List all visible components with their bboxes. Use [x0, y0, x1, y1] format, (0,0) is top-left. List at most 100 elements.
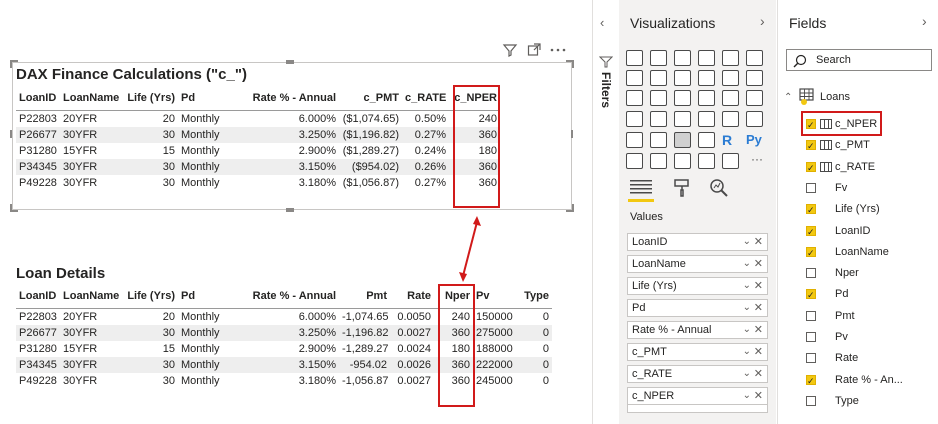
dax-finance-table[interactable]: LoanID LoanName Life (Yrs) Pd Rate % - Annua…: [16, 86, 500, 191]
filters-pane[interactable]: ‹ Filters: [592, 0, 620, 424]
smart-narrative-icon[interactable]: [698, 153, 715, 169]
field-well-item[interactable]: c_PMT ⌄ ✕: [627, 343, 768, 361]
focus-mode-icon[interactable]: [527, 43, 541, 57]
expand-chevron-icon[interactable]: ›: [922, 13, 927, 29]
python-visual-icon[interactable]: Py: [746, 132, 763, 148]
field-well-item[interactable]: LoanID ⌄ ✕: [627, 233, 768, 251]
column-header[interactable]: Rate: [390, 284, 434, 309]
column-header[interactable]: LoanID: [16, 86, 60, 111]
fields-search-input[interactable]: Search: [786, 49, 932, 71]
column-header[interactable]: Rate % - Annual: [236, 284, 339, 309]
field-well-item[interactable]: Life (Yrs) ⌄ ✕: [627, 277, 768, 295]
qa-visual-icon[interactable]: [674, 153, 691, 169]
100pct-column-chart-icon[interactable]: [746, 50, 763, 66]
collapse-table-chevron-icon[interactable]: ⌃: [784, 92, 792, 103]
remove-field-icon[interactable]: ✕: [754, 300, 763, 316]
more-visuals-icon[interactable]: ···: [751, 152, 763, 166]
drop-field-area[interactable]: [627, 405, 768, 413]
map-icon[interactable]: [626, 111, 643, 127]
analytics-magnifier-icon[interactable]: [709, 178, 729, 198]
column-header[interactable]: LoanName: [60, 284, 123, 309]
field-checkbox[interactable]: [806, 224, 816, 242]
field-well-item[interactable]: Pd ⌄ ✕: [627, 299, 768, 317]
clustered-bar-chart-icon[interactable]: [674, 50, 691, 66]
column-header[interactable]: Life (Yrs): [123, 86, 178, 111]
field-checkbox[interactable]: [806, 310, 816, 321]
field-checkbox[interactable]: [806, 332, 816, 342]
remove-field-icon[interactable]: ✕: [754, 278, 763, 294]
field-well-item[interactable]: c_RATE ⌄ ✕: [627, 365, 768, 383]
chevron-down-icon[interactable]: ⌄: [743, 278, 751, 294]
kpi-icon[interactable]: [626, 132, 643, 148]
table-row[interactable]: P31280 15YFR 15 Monthly 2.900% ($1,289.27) 0.2…: [16, 143, 500, 159]
column-header[interactable]: Pd: [178, 284, 236, 309]
area-chart-icon[interactable]: [650, 70, 667, 86]
chevron-down-icon[interactable]: ⌄: [743, 366, 751, 382]
column-header[interactable]: Type: [513, 284, 552, 309]
ribbon-chart-icon[interactable]: [746, 70, 763, 86]
expand-chevron-icon[interactable]: ›: [760, 13, 765, 29]
remove-field-icon[interactable]: ✕: [754, 366, 763, 382]
scatter-chart-icon[interactable]: [674, 90, 691, 106]
paginated-report-icon[interactable]: [722, 153, 739, 169]
filled-map-icon[interactable]: [650, 111, 667, 127]
field-checkbox[interactable]: [806, 160, 816, 178]
column-header[interactable]: Rate % - Annual: [236, 86, 339, 111]
waterfall-chart-icon[interactable]: [626, 90, 643, 106]
stacked-column-chart-icon[interactable]: [650, 50, 667, 66]
field-well-item[interactable]: Rate % - Annual ⌄ ✕: [627, 321, 768, 339]
line-chart-icon[interactable]: [626, 70, 643, 86]
pie-chart-icon[interactable]: [698, 90, 715, 106]
column-header[interactable]: Pd: [178, 86, 236, 111]
more-options-icon[interactable]: [550, 47, 566, 53]
table-row[interactable]: P49228 30YFR 30 Monthly 3.180% ($1,056.87) 0.2…: [16, 175, 500, 191]
field-checkbox[interactable]: [806, 202, 816, 220]
column-header[interactable]: LoanID: [16, 284, 60, 309]
key-influencers-icon[interactable]: [626, 153, 643, 169]
chevron-down-icon[interactable]: ⌄: [743, 344, 751, 360]
gauge-icon[interactable]: [698, 111, 715, 127]
table-row[interactable]: P26677 30YFR 30 Monthly 3.250% ($1,196.82) 0.2…: [16, 127, 500, 143]
chevron-down-icon[interactable]: ⌄: [743, 388, 751, 404]
column-header[interactable]: Pv: [473, 284, 513, 309]
remove-field-icon[interactable]: ✕: [754, 256, 763, 272]
matrix-icon[interactable]: [698, 132, 715, 148]
column-header[interactable]: Life (Yrs): [123, 284, 178, 309]
table-row[interactable]: P34345 30YFR 30 Monthly 3.150% ($954.02) 0.26%…: [16, 159, 500, 175]
stacked-area-chart-icon[interactable]: [674, 70, 691, 86]
line-clustered-column-icon[interactable]: [722, 70, 739, 86]
field-checkbox[interactable]: [806, 287, 816, 305]
field-well-item[interactable]: LoanName ⌄ ✕: [627, 255, 768, 273]
chevron-down-icon[interactable]: ⌄: [743, 256, 751, 272]
column-header[interactable]: LoanName: [60, 86, 123, 111]
r-visual-icon[interactable]: R: [722, 132, 739, 148]
shape-map-icon[interactable]: [674, 111, 691, 127]
remove-field-icon[interactable]: ✕: [754, 322, 763, 338]
field-checkbox[interactable]: [806, 245, 816, 263]
line-column-chart-icon[interactable]: [698, 70, 715, 86]
table-row[interactable]: P22803 20YFR 20 Monthly 6.000% ($1,074.65) 0.5…: [16, 111, 500, 128]
collapse-chevron-icon[interactable]: ‹: [600, 15, 604, 30]
field-checkbox[interactable]: [806, 268, 816, 279]
field-checkbox[interactable]: [806, 138, 816, 156]
table-visual-icon[interactable]: [674, 132, 691, 148]
100pct-bar-chart-icon[interactable]: [722, 50, 739, 66]
field-checkbox[interactable]: [806, 353, 816, 364]
filters-label[interactable]: Filters: [599, 72, 613, 108]
remove-field-icon[interactable]: ✕: [754, 344, 763, 360]
chevron-down-icon[interactable]: ⌄: [743, 300, 751, 316]
column-header[interactable]: c_PMT: [339, 86, 402, 111]
card-icon[interactable]: [722, 111, 739, 127]
format-paint-roller-icon[interactable]: [673, 178, 691, 198]
field-checkbox[interactable]: [806, 182, 816, 193]
slicer-icon[interactable]: [650, 132, 667, 148]
column-header[interactable]: Pmt: [339, 284, 390, 309]
field-checkbox[interactable]: [806, 373, 816, 391]
funnel-chart-icon[interactable]: [650, 90, 667, 106]
fields-tab-icon[interactable]: [630, 180, 652, 196]
donut-chart-icon[interactable]: [722, 90, 739, 106]
clustered-column-chart-icon[interactable]: [698, 50, 715, 66]
stacked-bar-chart-icon[interactable]: [626, 50, 643, 66]
table-name-loans[interactable]: Loans: [820, 91, 850, 103]
remove-field-icon[interactable]: ✕: [754, 388, 763, 404]
